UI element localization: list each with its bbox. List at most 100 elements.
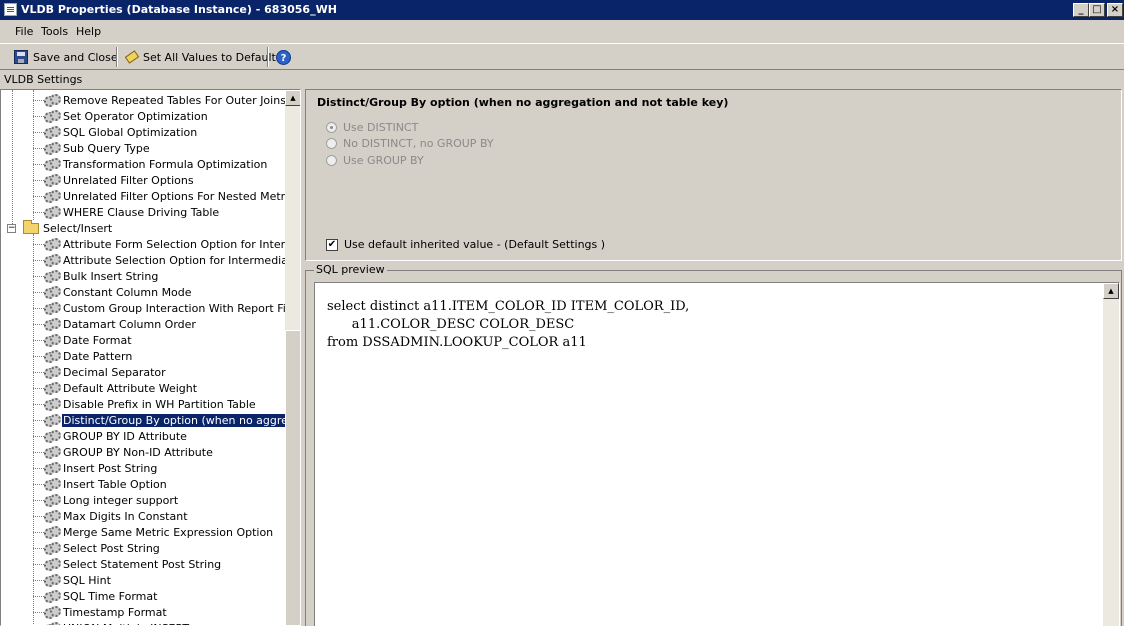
tree-item[interactable]: Constant Column Mode — [1, 284, 285, 300]
tree-connector — [33, 596, 44, 597]
tree-scrollbar[interactable]: ▲ — [285, 90, 300, 625]
tree-item[interactable]: SQL Time Format — [1, 588, 285, 604]
sql-scroll-up-button[interactable]: ▲ — [1103, 283, 1119, 299]
tree-item[interactable]: Custom Group Interaction With Report Fil… — [1, 300, 300, 316]
sql-preview-text: select distinct a11.ITEM_COLOR_ID ITEM_C… — [327, 299, 690, 350]
gear-icon — [44, 526, 61, 539]
tree-item[interactable]: Timestamp Format — [1, 604, 285, 620]
save-and-close-button[interactable]: Save and Close — [14, 48, 118, 66]
gear-icon — [44, 462, 61, 475]
tree-item-label: UNION Multiple INSERT — [62, 622, 190, 625]
tree-item[interactable]: Transformation Formula Optimization — [1, 156, 285, 172]
tree-item[interactable]: Select Post String — [1, 540, 285, 556]
tree-item[interactable]: WHERE Clause Driving Table — [1, 204, 285, 220]
tree-item[interactable]: SQL Hint — [1, 572, 285, 588]
tree-connector — [33, 420, 44, 421]
tree-connector — [33, 180, 44, 181]
tree-item[interactable]: Attribute Form Selection Option for Inte… — [1, 236, 300, 252]
sql-preview-box[interactable]: select distinct a11.ITEM_COLOR_ID ITEM_C… — [314, 282, 1120, 626]
gear-icon — [44, 494, 61, 507]
tree-item[interactable]: Attribute Selection Option for Intermedi… — [1, 252, 300, 268]
menu-tools[interactable]: Tools — [41, 25, 68, 38]
tree-item[interactable]: Unrelated Filter Options For Nested Metr… — [1, 188, 300, 204]
close-button[interactable]: × — [1107, 3, 1123, 17]
tree-item[interactable]: Merge Same Metric Expression Option — [1, 524, 285, 540]
tree-folder-select-insert[interactable]: − Select/Insert — [1, 220, 285, 236]
tree-item-label: Select Post String — [63, 542, 160, 555]
set-all-default-label: Set All Values to Default — [143, 50, 276, 64]
tree-connector — [33, 340, 44, 341]
radio-no-distinct[interactable]: No DISTINCT, no GROUP BY — [326, 135, 494, 151]
tree-item[interactable]: Date Pattern — [1, 348, 285, 364]
tree-item-label: Default Attribute Weight — [63, 382, 198, 395]
tree-item[interactable]: Long integer support — [1, 492, 285, 508]
tree-item-label: Transformation Formula Optimization — [63, 158, 268, 171]
help-button[interactable]: ? — [276, 48, 291, 66]
tree-item[interactable]: Unrelated Filter Options — [1, 172, 285, 188]
gear-icon — [44, 606, 61, 619]
tree-item-selected[interactable]: Distinct/Group By option (when no aggreg… — [1, 412, 300, 428]
radio-label: No DISTINCT, no GROUP BY — [343, 136, 494, 150]
maximize-button[interactable]: □ — [1089, 3, 1105, 17]
tree-item[interactable]: GROUP BY ID Attribute — [1, 428, 285, 444]
gear-icon — [44, 478, 61, 491]
tree-connector — [33, 532, 44, 533]
tree-item-label: SQL Time Format — [63, 590, 158, 603]
radio-use-distinct[interactable]: Use DISTINCT — [326, 119, 418, 135]
window-app-icon[interactable] — [4, 3, 17, 16]
radio-button — [326, 154, 337, 166]
tree-item[interactable]: Disable Prefix in WH Partition Table — [1, 396, 285, 412]
tree-item[interactable]: Insert Table Option — [1, 476, 285, 492]
tree-item[interactable]: Max Digits In Constant — [1, 508, 285, 524]
tree-scroll-thumb[interactable] — [285, 330, 300, 625]
tree-item[interactable]: GROUP BY Non-ID Attribute — [1, 444, 285, 460]
tree-item-label: Set Operator Optimization — [63, 110, 208, 123]
option-title: Distinct/Group By option (when no aggreg… — [317, 96, 729, 109]
gear-icon — [44, 142, 61, 155]
gear-icon — [44, 622, 61, 625]
radio-button — [326, 121, 337, 133]
collapse-expander-icon[interactable]: − — [7, 224, 16, 233]
tree-item[interactable]: Bulk Insert String — [1, 268, 285, 284]
tree-item[interactable]: Sub Query Type — [1, 140, 285, 156]
menu-file[interactable]: File — [15, 25, 33, 38]
radio-use-group-by[interactable]: Use GROUP BY — [326, 152, 424, 168]
tree-item-label: Disable Prefix in WH Partition Table — [63, 398, 256, 411]
tree-connector — [33, 212, 44, 213]
tree-item-label: Insert Table Option — [63, 478, 167, 491]
tree-item[interactable]: SQL Global Optimization — [1, 124, 285, 140]
gear-icon — [44, 398, 61, 411]
tree-item[interactable]: UNION Multiple INSERT — [1, 620, 285, 625]
tree-scroll-up-button[interactable]: ▲ — [285, 90, 300, 106]
set-all-default-button[interactable]: Set All Values to Default — [124, 48, 276, 66]
sql-preview-label: SQL preview — [314, 263, 387, 276]
tree-item[interactable]: Default Attribute Weight — [1, 380, 285, 396]
tree-item-label: Attribute Form Selection Option for Inte… — [63, 238, 300, 251]
tree-item[interactable]: Date Format — [1, 332, 285, 348]
tree-folder-label: Select/Insert — [43, 222, 113, 235]
tree-connector — [33, 564, 44, 565]
gear-icon — [44, 286, 61, 299]
folder-open-icon — [23, 220, 39, 234]
tree-connector — [33, 356, 44, 357]
tree-item[interactable]: Decimal Separator — [1, 364, 285, 380]
tree-connector — [33, 308, 44, 309]
tree-item[interactable]: Set Operator Optimization — [1, 108, 285, 124]
gear-icon — [44, 318, 61, 331]
gear-icon — [44, 366, 61, 379]
menu-help[interactable]: Help — [76, 25, 101, 38]
minimize-button[interactable]: _ — [1073, 3, 1089, 17]
gear-icon — [44, 350, 61, 363]
tree-item[interactable]: Datamart Column Order — [1, 316, 285, 332]
settings-tree[interactable]: Remove Repeated Tables For Outer Joins Se… — [0, 89, 301, 626]
tree-item[interactable]: Insert Post String — [1, 460, 285, 476]
tree-item-label: Merge Same Metric Expression Option — [63, 526, 274, 539]
gear-icon — [44, 190, 61, 203]
tree-item[interactable]: Remove Repeated Tables For Outer Joins — [1, 92, 286, 108]
tree-item-label: Max Digits In Constant — [63, 510, 188, 523]
use-default-checkbox[interactable]: ✔ Use default inherited value - (Default… — [326, 238, 605, 251]
tree-item[interactable]: Select Statement Post String — [1, 556, 285, 572]
tree-item-label: Date Pattern — [63, 350, 133, 363]
sql-scrollbar[interactable]: ▲ — [1103, 283, 1119, 626]
gear-icon — [44, 574, 61, 587]
